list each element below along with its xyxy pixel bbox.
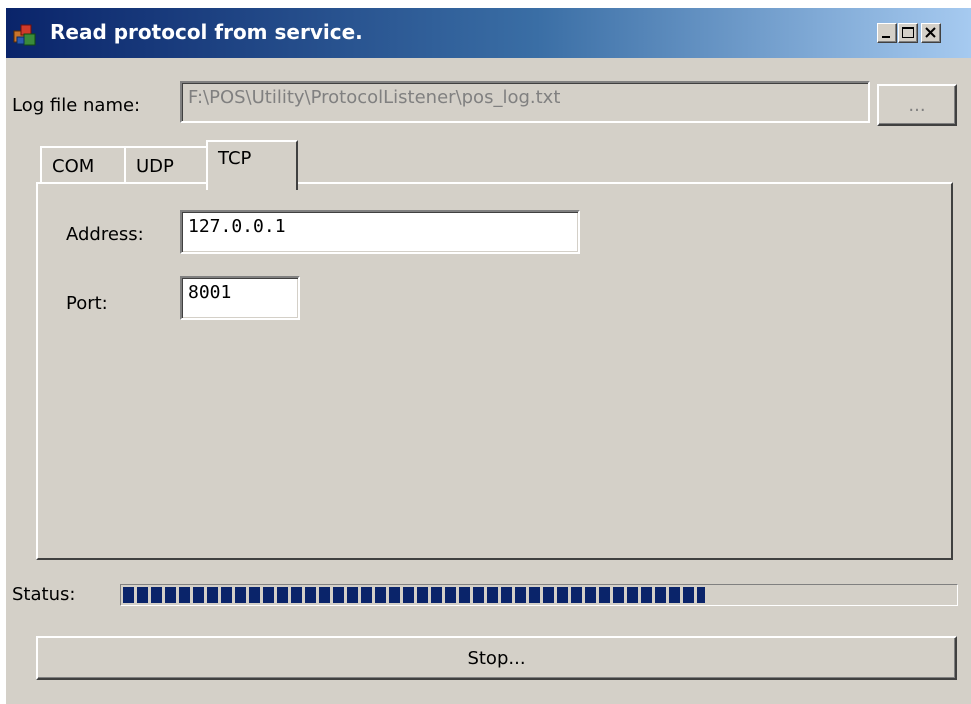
dialog-window: Read protocol from service. Log file nam… (4, 6, 971, 704)
status-label: Status: (12, 584, 76, 605)
app-icon (12, 21, 38, 47)
close-button[interactable] (921, 23, 941, 43)
minimize-button[interactable] (877, 23, 897, 43)
port-label: Port: (66, 293, 108, 314)
tab-com[interactable]: COM (40, 146, 126, 186)
maximize-button[interactable] (898, 23, 918, 43)
browse-button[interactable]: ... (877, 84, 957, 126)
address-label: Address: (66, 224, 144, 245)
tab-panel-tcp: Address: 127.0.0.1 Port: 8001 (36, 182, 953, 560)
close-icon (925, 27, 936, 38)
progress-fill (123, 587, 706, 603)
stop-button[interactable]: Stop... (36, 636, 957, 680)
log-file-field[interactable]: F:\POS\Utility\ProtocolListener\pos_log.… (180, 81, 870, 123)
title-bar[interactable]: Read protocol from service. (6, 8, 971, 58)
window-title: Read protocol from service. (50, 20, 363, 44)
address-input[interactable]: 127.0.0.1 (180, 210, 580, 254)
minimize-icon (882, 36, 890, 38)
maximize-icon (902, 27, 914, 38)
tab-tcp[interactable]: TCP (206, 140, 298, 190)
log-file-label: Log file name: (12, 95, 141, 116)
tab-udp[interactable]: UDP (124, 146, 208, 186)
status-progress-bar (120, 584, 958, 606)
port-input[interactable]: 8001 (180, 276, 300, 320)
